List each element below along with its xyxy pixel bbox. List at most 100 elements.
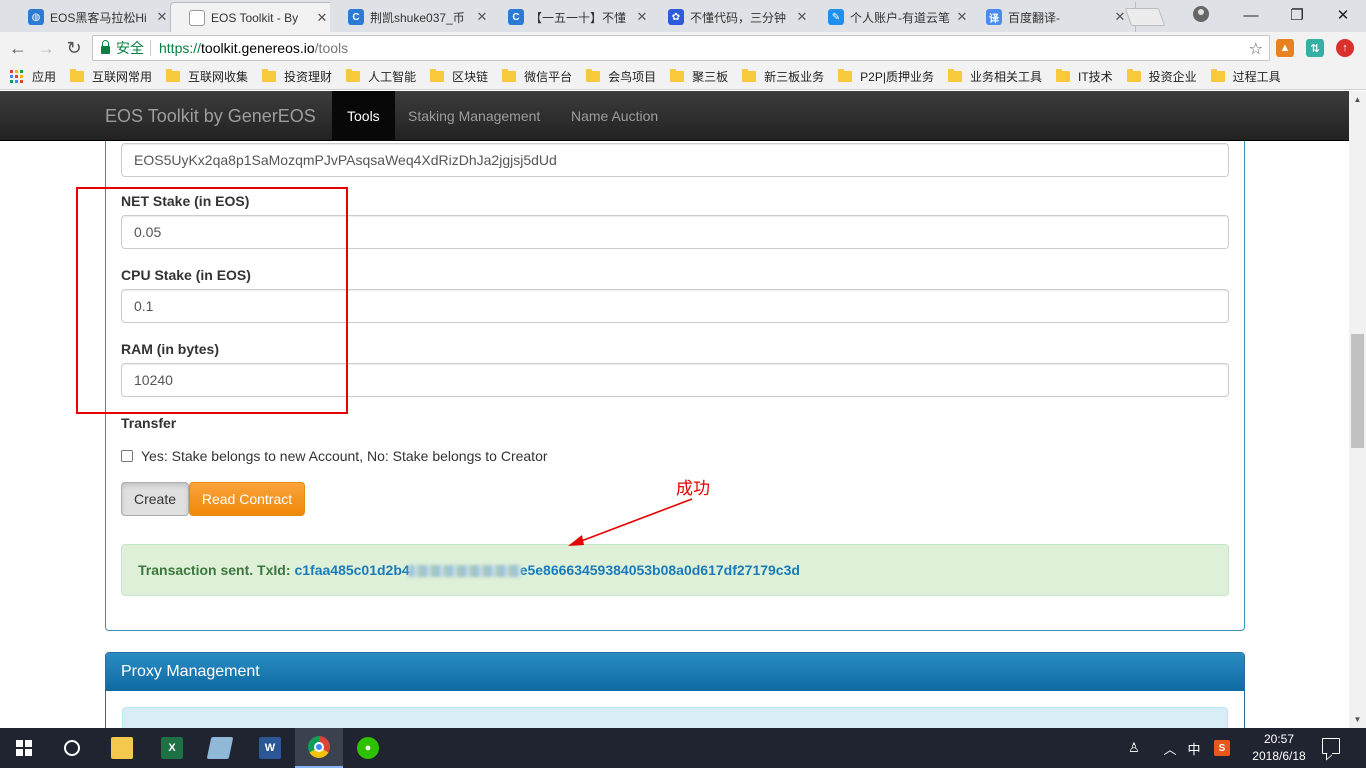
cortana-button[interactable] [48, 728, 96, 768]
bookmark-folder[interactable]: 聚三板 [670, 68, 728, 85]
taskbar-wechat[interactable]: ● [344, 728, 392, 768]
globe-icon: ◍ [28, 9, 44, 25]
bookmark-folder[interactable]: 会鸟项目 [586, 68, 656, 85]
reload-button[interactable]: ↻ [62, 36, 86, 60]
page-icon [189, 9, 205, 26]
extension-icon[interactable]: ⇅ [1306, 39, 1324, 57]
taskbar-excel[interactable]: X [148, 728, 196, 768]
bookmark-folder[interactable]: 过程工具 [1210, 68, 1281, 85]
notepad-icon [206, 737, 234, 759]
sogou-ime-icon[interactable]: S [1212, 728, 1232, 768]
url-scheme: https:// [159, 40, 202, 56]
bookmark-folder[interactable]: 互联网收集 [166, 68, 248, 85]
browser-tab[interactable]: ✎ 个人账户-有道云笔 ✕ [810, 2, 978, 32]
bookmark-folder[interactable]: P2P|质押业务 [838, 68, 934, 85]
back-button[interactable]: ← [6, 36, 30, 60]
close-icon[interactable]: ✕ [1113, 9, 1127, 25]
windows-logo-icon [16, 740, 32, 756]
folder-icon [838, 69, 853, 82]
folder-icon [670, 69, 685, 82]
nav-name-auction[interactable]: Name Auction [556, 91, 673, 141]
transfer-checkbox[interactable] [121, 450, 133, 462]
site-brand[interactable]: EOS Toolkit by GenerEOS [105, 106, 316, 127]
page-viewport: EOS5UyKx2qa8p1SaMozqmPJvPAsqsaWeq4XdRizD… [0, 91, 1349, 728]
tab-title: 百度翻译- [1008, 10, 1060, 25]
nav-staking-management[interactable]: Staking Management [393, 91, 555, 141]
read-contract-button[interactable]: Read Contract [189, 482, 305, 516]
bookmark-label: P2P|质押业务 [860, 70, 934, 84]
bookmark-folder[interactable]: 区块链 [430, 68, 488, 85]
scroll-up-arrow-icon[interactable]: ▲ [1349, 91, 1366, 108]
bookmark-label: 互联网收集 [188, 70, 249, 84]
tray-expand-icon[interactable]: ︿ [1160, 728, 1180, 768]
transfer-checkbox-label: Yes: Stake belongs to new Account, No: S… [141, 448, 548, 464]
browser-tab[interactable]: 译 百度翻译- ✕ [968, 2, 1136, 32]
scrollbar-thumb[interactable] [1351, 334, 1364, 448]
bookmark-folder[interactable]: 投资企业 [1126, 68, 1197, 85]
folder-icon [166, 69, 181, 82]
transfer-option: Yes: Stake belongs to new Account, No: S… [121, 448, 548, 464]
extension-icon[interactable]: ↑ [1336, 39, 1354, 57]
transaction-id: c1faa485c01d2b4 e5e86663459384053b08a0d61… [294, 562, 799, 578]
bookmark-folder[interactable]: IT技术 [1055, 68, 1113, 85]
create-button[interactable]: Create [121, 482, 189, 516]
taskbar-word[interactable]: W [246, 728, 294, 768]
close-icon[interactable]: ✕ [315, 10, 329, 26]
bookmark-folder[interactable]: 新三板业务 [742, 68, 824, 85]
bookmark-label: 聚三板 [692, 70, 729, 84]
system-clock[interactable]: 20:57 2018/6/18 [1244, 731, 1314, 765]
c-icon: C [508, 9, 524, 25]
bookmark-folder[interactable]: 人工智能 [346, 68, 416, 85]
bookmark-folder[interactable]: 微信平台 [502, 68, 572, 85]
close-icon[interactable]: ✕ [475, 9, 489, 25]
close-icon[interactable]: ✕ [795, 9, 809, 25]
txid-start: c1faa485c01d2b4 [294, 562, 410, 578]
txid-end: e5e86663459384053b08a0d617df27179c3d [519, 562, 800, 578]
site-navbar: EOS Toolkit by GenerEOS Tools Staking Ma… [0, 91, 1349, 141]
minimize-button[interactable]: — [1228, 0, 1274, 30]
profile-icon[interactable] [1193, 6, 1209, 22]
ime-indicator[interactable]: 中 [1184, 728, 1204, 768]
browser-tab[interactable]: ✿ 不懂代码，三分钟 ✕ [650, 2, 818, 32]
c-icon: C [348, 9, 364, 25]
folder-icon [1126, 69, 1141, 82]
proxy-panel-title: Proxy Management [106, 653, 1244, 691]
taskbar-notepad[interactable] [196, 728, 244, 768]
page-scrollbar[interactable]: ▲ ▼ [1349, 91, 1366, 728]
tab-title: 荆凯shuke037_币 [370, 10, 465, 25]
bookmark-star-icon[interactable]: ☆ [1249, 39, 1263, 59]
close-icon[interactable]: ✕ [955, 9, 969, 25]
divider [150, 40, 151, 56]
metamask-icon[interactable]: ▲ [1276, 39, 1294, 57]
alert-message: Transaction sent. TxId: [138, 562, 291, 578]
people-icon[interactable]: ♙ [1124, 728, 1144, 768]
taskbar-file-explorer[interactable] [98, 728, 146, 768]
browser-tab[interactable]: C 荆凯shuke037_币 ✕ [330, 2, 498, 32]
bookmark-folder[interactable]: 互联网常用 [70, 68, 152, 85]
restore-button[interactable]: ❐ [1274, 0, 1320, 30]
folder-icon [262, 69, 277, 82]
browser-tab[interactable]: ◍ EOS黑客马拉松Hi ✕ [10, 2, 178, 32]
window-close-button[interactable]: ✕ [1320, 0, 1366, 30]
scroll-down-arrow-icon[interactable]: ▼ [1349, 711, 1366, 728]
address-bar[interactable]: 安全 https:// toolkit.genereos.io /tools ☆ [92, 35, 1270, 61]
notifications-icon[interactable] [1322, 738, 1340, 754]
apps-label: 应用 [32, 70, 57, 84]
browser-toolbar: ← → ↻ 安全 https:// toolkit.genereos.io /t… [0, 32, 1366, 64]
redacted-blur [408, 565, 521, 578]
close-icon[interactable]: ✕ [155, 9, 169, 25]
public-key-input[interactable]: EOS5UyKx2qa8p1SaMozqmPJvPAsqsaWeq4XdRizD… [121, 143, 1229, 177]
bookmark-folder[interactable]: 投资理财 [262, 68, 332, 85]
tab-title: 不懂代码，三分钟 [690, 10, 787, 25]
new-tab-button[interactable] [1124, 8, 1166, 26]
taskbar-chrome[interactable] [295, 728, 343, 768]
close-icon[interactable]: ✕ [635, 9, 649, 25]
apps-shortcut[interactable]: 应用 [10, 68, 56, 85]
start-button[interactable] [0, 728, 48, 768]
browser-tab-active[interactable]: EOS Toolkit - By ✕ [170, 2, 338, 32]
bookmark-folder[interactable]: 业务相关工具 [947, 68, 1042, 85]
browser-tab[interactable]: C 【一五一十】不懂 ✕ [490, 2, 658, 32]
nav-tools[interactable]: Tools [332, 91, 395, 141]
forward-button[interactable]: → [34, 36, 58, 60]
excel-icon: X [161, 737, 183, 759]
